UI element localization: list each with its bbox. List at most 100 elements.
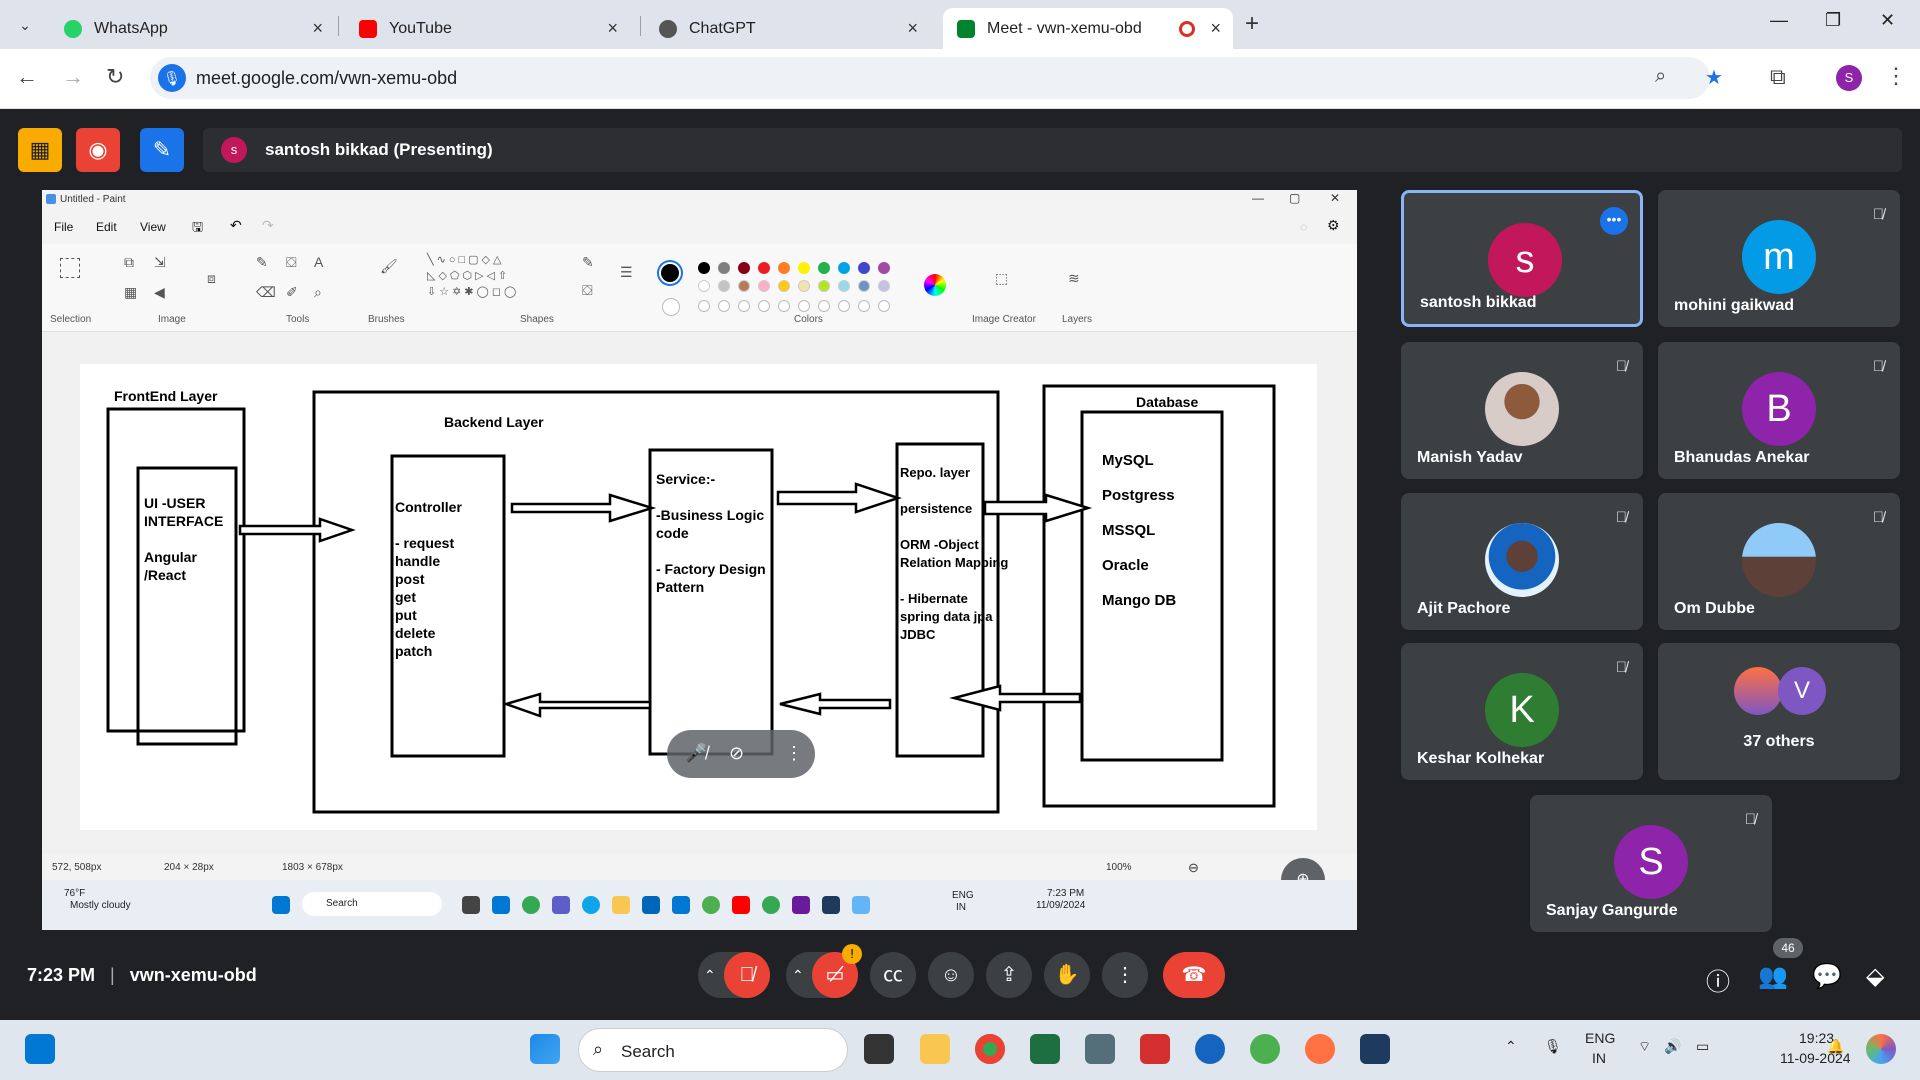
teams-icon[interactable] bbox=[552, 896, 570, 914]
zoom-icon[interactable]: ⌕ bbox=[1655, 65, 1666, 88]
color-swatch[interactable] bbox=[718, 280, 730, 292]
copilot-icon[interactable] bbox=[492, 896, 510, 914]
custom-color-slot[interactable] bbox=[778, 300, 790, 312]
forward-icon[interactable]: → bbox=[62, 64, 84, 90]
app-icon[interactable] bbox=[1305, 1034, 1335, 1064]
paint-taskbar-icon[interactable] bbox=[852, 896, 870, 914]
primary-color-swatch[interactable] bbox=[659, 262, 681, 284]
people-icon[interactable]: 👥 bbox=[1758, 962, 1788, 991]
custom-color-slot[interactable] bbox=[858, 300, 870, 312]
bookmark-star-icon[interactable]: ★ bbox=[1705, 65, 1723, 90]
more-options-icon[interactable]: ⋮ bbox=[1102, 952, 1148, 998]
account-icon[interactable]: ◌ bbox=[1300, 220, 1307, 234]
participant-tile[interactable]: s ••• santosh bikkad bbox=[1401, 190, 1643, 327]
color-swatch[interactable] bbox=[738, 280, 750, 292]
color-swatch[interactable] bbox=[878, 280, 890, 292]
color-swatch[interactable] bbox=[758, 280, 770, 292]
tile-more-icon[interactable]: ⋮ bbox=[785, 743, 803, 764]
tab-search-icon[interactable]: ⌄ bbox=[12, 12, 38, 38]
widgets-icon[interactable] bbox=[25, 1034, 55, 1064]
app-icon[interactable] bbox=[672, 896, 690, 914]
file-explorer-icon[interactable] bbox=[920, 1034, 950, 1064]
leave-call-icon[interactable]: ☎ bbox=[1163, 952, 1225, 998]
app-icon[interactable] bbox=[1360, 1034, 1390, 1064]
custom-color-slot[interactable] bbox=[758, 300, 770, 312]
resize-icon[interactable]: ⇲ bbox=[154, 254, 166, 271]
new-tab-button[interactable]: + bbox=[1245, 10, 1259, 38]
pencil-icon[interactable]: ✎ bbox=[256, 254, 268, 271]
raise-hand-icon[interactable]: ✋ bbox=[1044, 952, 1090, 998]
taskbar-search[interactable]: ⌕ Search bbox=[578, 1028, 848, 1072]
start-icon[interactable] bbox=[272, 896, 290, 914]
calculator-icon[interactable] bbox=[1085, 1034, 1115, 1064]
app-icon[interactable] bbox=[1195, 1034, 1225, 1064]
app-icon[interactable] bbox=[822, 896, 840, 914]
app-icon[interactable] bbox=[702, 896, 720, 914]
more-options-icon[interactable]: ••• bbox=[1600, 207, 1628, 235]
chrome-icon[interactable] bbox=[975, 1034, 1005, 1064]
taskview-icon[interactable] bbox=[462, 896, 480, 914]
site-mic-icon[interactable]: 🎙 bbox=[158, 64, 186, 92]
redo-icon[interactable]: ↷ bbox=[262, 217, 274, 234]
browser-menu-icon[interactable]: ⋮ bbox=[1885, 63, 1907, 89]
fill-icon[interactable]: ⛋ bbox=[286, 254, 297, 271]
copilot-icon[interactable] bbox=[1866, 1034, 1896, 1064]
back-icon[interactable]: ← bbox=[16, 64, 38, 90]
tab-chatgpt[interactable]: ChatGPT × bbox=[645, 8, 930, 49]
color-swatch[interactable] bbox=[738, 262, 750, 274]
custom-color-slot[interactable] bbox=[718, 300, 730, 312]
custom-color-slot[interactable] bbox=[738, 300, 750, 312]
paint-minimize-icon[interactable]: — bbox=[1252, 191, 1264, 205]
color-picker-icon[interactable]: ✐ bbox=[286, 284, 298, 301]
captions-icon[interactable]: ㏄ bbox=[870, 952, 916, 998]
tab-meet[interactable]: Meet - vwn-xemu-obd × bbox=[943, 8, 1233, 49]
custom-color-slot[interactable] bbox=[698, 300, 710, 312]
stop-presenting-icon[interactable]: ▦ bbox=[18, 128, 62, 172]
shape-fill-icon[interactable]: ⛋ bbox=[582, 282, 593, 299]
youtube-icon[interactable] bbox=[732, 896, 750, 914]
chevron-up-icon[interactable]: ⌃ bbox=[704, 952, 716, 998]
close-tab-icon[interactable]: × bbox=[907, 18, 918, 39]
participant-tile[interactable]: B 🎙̸ Bhanudas Anekar bbox=[1658, 342, 1900, 479]
region-code[interactable]: IN bbox=[1592, 1050, 1606, 1066]
shapes-gallery[interactable]: ╲∿○□▢◇△ ◺◇⬠⬡▷◁⇧ ⇩☆✡✱◯◻◯ bbox=[427, 252, 567, 300]
volume-icon[interactable]: 🔊 bbox=[1664, 1038, 1681, 1055]
shape-size-icon[interactable]: ☰ bbox=[620, 264, 633, 281]
zoom-level[interactable]: 100% bbox=[1106, 862, 1132, 873]
mic-tray-icon[interactable]: 🎙 bbox=[1544, 1038, 1562, 1055]
store-icon[interactable] bbox=[642, 896, 660, 914]
background-removal-icon[interactable]: ⧈ bbox=[207, 270, 216, 287]
participant-tile[interactable]: S 🎙̸ Sanjay Gangurde bbox=[1530, 795, 1772, 932]
settings-gear-icon[interactable]: ⚙ bbox=[1327, 217, 1340, 234]
close-tab-icon[interactable]: × bbox=[312, 18, 323, 39]
omnibox[interactable]: 🎙 meet.google.com/vwn-xemu-obd ⌕ ★ bbox=[150, 57, 1723, 99]
custom-color-slot[interactable] bbox=[878, 300, 890, 312]
notifications-icon[interactable]: 🔔 bbox=[1827, 1038, 1844, 1055]
custom-color-slot[interactable] bbox=[818, 300, 830, 312]
zoom-out-icon[interactable]: ⊖ bbox=[1188, 860, 1199, 876]
selection-tool-icon[interactable] bbox=[60, 258, 80, 278]
select-all-icon[interactable]: ▦ bbox=[124, 284, 137, 301]
present-icon[interactable]: ⇪ bbox=[986, 952, 1032, 998]
restore-icon[interactable]: ❐ bbox=[1825, 10, 1841, 31]
acrobat-icon[interactable] bbox=[1140, 1034, 1170, 1064]
tab-whatsapp[interactable]: WhatsApp × bbox=[50, 8, 335, 49]
text-tool-icon[interactable]: A bbox=[314, 254, 323, 270]
url-text[interactable]: meet.google.com/vwn-xemu-obd bbox=[196, 68, 457, 89]
emoji-icon[interactable]: ☺ bbox=[928, 952, 974, 998]
meeting-details-icon[interactable]: ⓘ bbox=[1706, 962, 1730, 997]
battery-icon[interactable]: ▭ bbox=[1696, 1038, 1709, 1055]
tray-chevron-icon[interactable]: ⌃ bbox=[1505, 1038, 1517, 1055]
mic-control[interactable]: ⌃ 🎙̸ bbox=[698, 952, 770, 998]
start-icon[interactable] bbox=[530, 1034, 560, 1064]
close-tab-icon[interactable]: × bbox=[1210, 18, 1221, 39]
color-swatch[interactable] bbox=[718, 262, 730, 274]
chat-icon[interactable]: 💬 bbox=[1812, 962, 1842, 991]
mute-participant-icon[interactable]: 🎤̸ bbox=[685, 743, 707, 764]
inner-search-box[interactable]: Search bbox=[302, 892, 442, 916]
chevron-up-icon[interactable]: ⌃ bbox=[792, 952, 804, 998]
menu-edit[interactable]: Edit bbox=[96, 220, 117, 234]
participant-tile[interactable]: 🎙̸ Manish Yadav bbox=[1401, 342, 1643, 479]
mic-off-icon[interactable]: 🎙̸ bbox=[724, 952, 770, 998]
chrome-icon[interactable] bbox=[762, 896, 780, 914]
